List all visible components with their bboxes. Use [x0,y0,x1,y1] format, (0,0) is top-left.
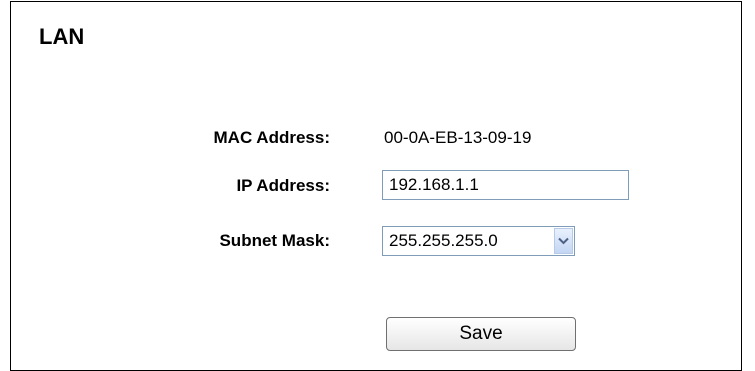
mac-address-value: 00-0A-EB-13-09-19 [384,128,532,147]
subnet-mask-select[interactable]: 255.255.255.0 [382,226,575,256]
lan-settings-panel: LAN MAC Address: 00-0A-EB-13-09-19 IP Ad… [10,1,742,371]
mac-address-label: MAC Address: [213,128,331,147]
chevron-down-icon[interactable] [554,228,573,254]
ip-address-label: IP Address: [236,176,330,195]
save-button[interactable]: Save [386,317,576,351]
ip-address-input[interactable] [382,170,629,200]
section-title: LAN [39,24,85,49]
subnet-mask-selected-value: 255.255.255.0 [389,231,498,250]
subnet-mask-label: Subnet Mask: [219,231,330,250]
